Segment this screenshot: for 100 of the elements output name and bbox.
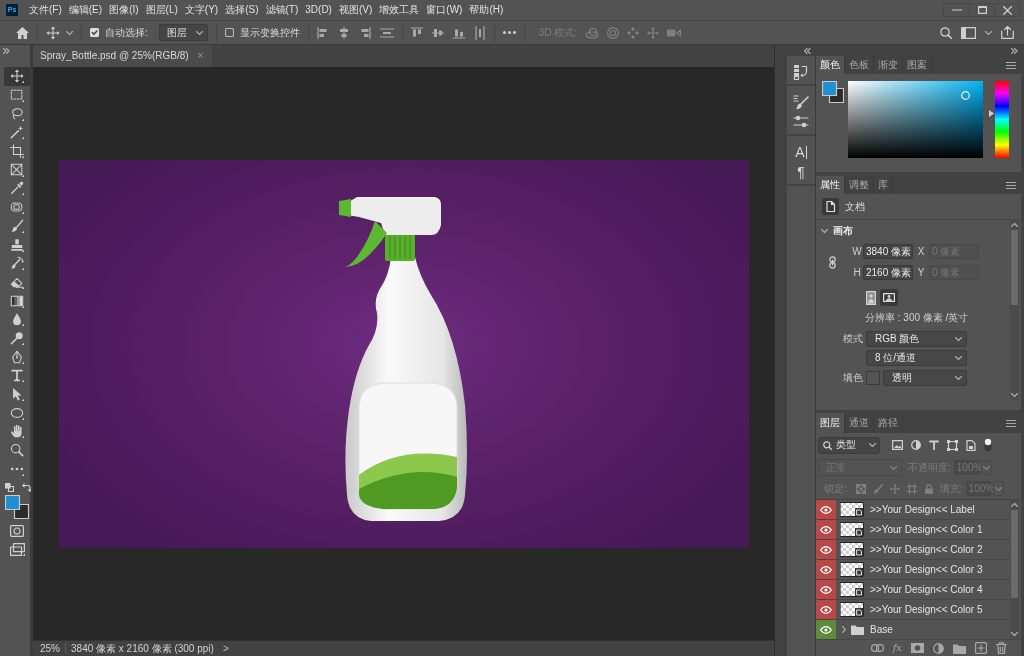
chevron-right-icon[interactable] [842, 626, 846, 633]
distribute-icon[interactable] [379, 26, 394, 39]
menu-icon[interactable] [1006, 419, 1016, 427]
transform-box-icon[interactable] [947, 439, 958, 451]
size-field[interactable]: 2160 像素 [863, 265, 913, 280]
paragraph-panel-button[interactable]: ¶ [792, 164, 810, 180]
effects-button[interactable]: fx [892, 642, 902, 654]
panel-tab[interactable]: 色板 [845, 56, 874, 74]
landscape-orientation-icon[interactable] [880, 289, 898, 306]
layer-row[interactable]: >>Your Design<< Label [816, 500, 1010, 520]
chevron-up-icon[interactable] [1011, 503, 1018, 507]
double-chevron-icon[interactable] [1011, 47, 1018, 54]
panel-tab[interactable]: 颜色 [816, 56, 845, 74]
menu-item[interactable]: 窗口(W) [425, 4, 464, 16]
panel-tab[interactable]: 库 [874, 176, 893, 194]
bit-depth-dropdown[interactable]: 8 位/通道 [866, 350, 967, 366]
visibility-toggle[interactable] [816, 560, 836, 579]
home-icon[interactable] [16, 26, 29, 39]
panel-tab[interactable]: 路径 [874, 413, 903, 433]
mask-icon[interactable] [911, 643, 924, 653]
chevron-down-icon[interactable] [821, 229, 828, 233]
menu-item[interactable]: 文字(Y) [183, 4, 220, 16]
image-icon[interactable] [892, 440, 903, 450]
menu-item[interactable]: 图层(L) [144, 4, 179, 16]
visibility-toggle[interactable] [816, 600, 836, 619]
panel-tab[interactable]: 通道 [845, 413, 874, 433]
menu-item[interactable]: 滤镜(T) [264, 4, 300, 16]
hue-slider[interactable] [989, 81, 1009, 158]
type-icon[interactable] [929, 440, 939, 450]
menu-icon[interactable] [1006, 61, 1016, 69]
panel-tab[interactable]: 调整 [845, 176, 874, 194]
align-top-icon[interactable] [410, 26, 423, 39]
plus-square-icon[interactable] [975, 642, 987, 654]
panel-tab[interactable]: 属性 [816, 176, 845, 194]
fill-dropdown-button[interactable] [992, 481, 1004, 496]
workspace-icon[interactable] [961, 26, 976, 39]
trash-icon[interactable] [996, 642, 1007, 654]
menu-item[interactable]: 图像(I) [108, 4, 140, 16]
visibility-toggle[interactable] [816, 580, 836, 599]
align-middle-icon[interactable] [431, 26, 444, 39]
panel-tab[interactable]: 渐变 [874, 56, 903, 74]
visibility-toggle[interactable] [816, 540, 836, 559]
chevron-down-icon[interactable] [1011, 632, 1018, 636]
menu-item[interactable]: 选择(S) [224, 4, 260, 16]
brush-settings-icon[interactable] [793, 94, 809, 110]
color-swatches-icon[interactable] [822, 81, 844, 103]
link-icon[interactable] [870, 644, 884, 652]
screen-mode-icon[interactable] [9, 543, 25, 557]
toggle-icon[interactable] [984, 438, 992, 452]
status-menu-arrow[interactable]: > [222, 642, 229, 655]
double-chevron-icon[interactable] [3, 47, 10, 54]
sliders-icon[interactable] [793, 114, 809, 130]
more-icon[interactable] [502, 31, 516, 34]
folder-icon[interactable] [953, 642, 966, 654]
character-panel-button[interactable]: A [792, 144, 810, 160]
panel-tab[interactable]: 图案 [903, 56, 932, 74]
menu-item[interactable]: 3D(D) [304, 4, 333, 16]
color-swatches-icon[interactable] [5, 495, 29, 520]
scroll-thumb[interactable] [1011, 510, 1018, 598]
chevron-down-icon[interactable] [1011, 393, 1018, 397]
caret-icon[interactable] [985, 30, 992, 35]
target-dropdown[interactable]: 图层 [158, 24, 208, 41]
filter-dropdown[interactable]: 类型 [818, 436, 880, 454]
four-way-arrow-icon[interactable] [46, 25, 60, 40]
align-center-icon[interactable] [337, 26, 350, 39]
mode-dropdown[interactable]: RGB 颜色 [866, 331, 967, 347]
triangle-pointer-icon[interactable] [989, 109, 994, 117]
color-field[interactable] [848, 81, 983, 158]
fill-swatch[interactable] [866, 371, 880, 385]
half-circle-icon[interactable] [933, 642, 944, 654]
document-tab[interactable]: Spray_Bottle.psd @ 25%(RGB/8) × [33, 45, 213, 67]
menu-item[interactable]: 文件(F) [28, 4, 63, 16]
auto-select-checkbox[interactable] [90, 28, 99, 37]
layer-row[interactable]: >>Your Design<< Color 5 [816, 600, 1010, 620]
chain-link-icon[interactable] [829, 255, 836, 269]
double-chevron-icon[interactable] [804, 47, 811, 54]
menu-icon[interactable] [1006, 181, 1016, 189]
share-icon[interactable] [1001, 26, 1014, 39]
layer-row[interactable]: Base [816, 620, 1010, 639]
fill-dropdown[interactable]: 透明 [883, 370, 967, 386]
visibility-toggle[interactable] [816, 500, 836, 519]
menu-item[interactable]: 编辑(E) [67, 4, 104, 16]
quick-mask-icon[interactable] [10, 525, 24, 538]
portrait-orientation-icon[interactable] [866, 290, 876, 305]
menu-item[interactable]: 视图(V) [337, 4, 374, 16]
caret-icon[interactable] [66, 30, 73, 35]
zoom-level[interactable]: 25% [40, 642, 60, 655]
chevron-up-icon[interactable] [1011, 223, 1018, 227]
transform-controls-checkbox[interactable] [224, 28, 234, 37]
history-icon[interactable] [793, 64, 809, 80]
menu-item[interactable]: 增效工具 [378, 4, 421, 16]
menu-item[interactable]: 帮助(H) [468, 4, 505, 16]
layer-row[interactable]: >>Your Design<< Color 1 [816, 520, 1010, 540]
smart-object-icon[interactable] [966, 439, 976, 451]
opacity-dropdown-button[interactable] [980, 460, 992, 475]
visibility-toggle[interactable] [816, 620, 836, 639]
size-field[interactable]: 3840 像素 [863, 244, 913, 259]
swap-arrow-icon[interactable] [22, 483, 31, 493]
align-left-icon[interactable] [316, 26, 329, 39]
distribute-vertical-icon[interactable] [473, 25, 486, 40]
